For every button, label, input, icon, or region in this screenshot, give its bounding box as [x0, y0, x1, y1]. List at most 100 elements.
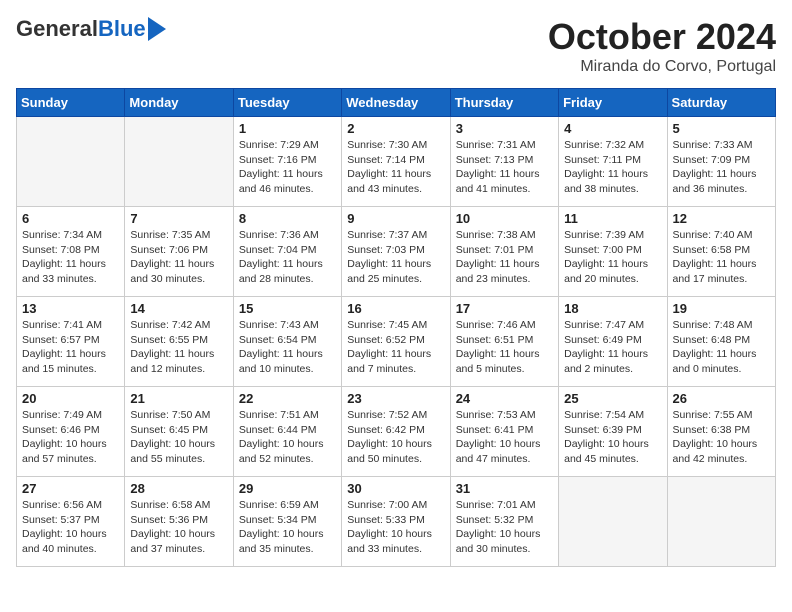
day-number: 6 — [22, 211, 119, 226]
calendar-day-cell: 14 Sunrise: 7:42 AM Sunset: 6:55 PM Dayli… — [125, 297, 233, 387]
calendar-day-cell: 18Sunrise: 7:47 AM Sunset: 6:49 PM Dayli… — [559, 297, 667, 387]
day-number: 31 — [456, 481, 553, 496]
day-number: 4 — [564, 121, 661, 136]
day-info: Sunrise: 7:50 AM Sunset: 6:45 PM Dayligh… — [130, 408, 227, 467]
calendar-day-header: Tuesday — [233, 89, 341, 117]
day-number: 16 — [347, 301, 444, 316]
day-number: 20 — [22, 391, 119, 406]
day-info: Sunrise: 7:36 AM Sunset: 7:04 PM Dayligh… — [239, 228, 336, 287]
day-info: Sunrise: 7:01 AM Sunset: 5:32 PM Dayligh… — [456, 498, 553, 557]
day-info: Sunrise: 7:54 AM Sunset: 6:39 PM Dayligh… — [564, 408, 661, 467]
day-info: Sunrise: 7:55 AM Sunset: 6:38 PM Dayligh… — [673, 408, 770, 467]
day-info: Sunrise: 7:46 AM Sunset: 6:51 PM Dayligh… — [456, 318, 553, 377]
day-info: Sunrise: 7:32 AM Sunset: 7:11 PM Dayligh… — [564, 138, 661, 197]
day-info: Sunrise: 7:31 AM Sunset: 7:13 PM Dayligh… — [456, 138, 553, 197]
calendar-day-cell: 11 Sunrise: 7:39 AM Sunset: 7:00 PM Dayli… — [559, 207, 667, 297]
calendar-week-row: 1 Sunrise: 7:29 AM Sunset: 7:16 PM Daylig… — [17, 117, 776, 207]
day-number: 25 — [564, 391, 661, 406]
month-title: October 2024 — [548, 16, 776, 58]
day-number: 13 — [22, 301, 119, 316]
calendar-day-header: Thursday — [450, 89, 558, 117]
day-number: 24 — [456, 391, 553, 406]
day-number: 29 — [239, 481, 336, 496]
calendar-day-cell: 25 Sunrise: 7:54 AM Sunset: 6:39 PM Dayli… — [559, 387, 667, 477]
day-number: 9 — [347, 211, 444, 226]
calendar-day-cell: 3 Sunrise: 7:31 AM Sunset: 7:13 PM Daylig… — [450, 117, 558, 207]
calendar-day-cell: 17 Sunrise: 7:46 AM Sunset: 6:51 PM Dayli… — [450, 297, 558, 387]
day-info: Sunrise: 6:58 AM Sunset: 5:36 PM Dayligh… — [130, 498, 227, 557]
calendar-week-row: 27Sunrise: 6:56 AM Sunset: 5:37 PM Dayli… — [17, 477, 776, 567]
title-section: October 2024 Miranda do Corvo, Portugal — [548, 16, 776, 76]
day-info: Sunrise: 7:29 AM Sunset: 7:16 PM Dayligh… — [239, 138, 336, 197]
day-number: 22 — [239, 391, 336, 406]
calendar-day-cell: 15 Sunrise: 7:43 AM Sunset: 6:54 PM Dayli… — [233, 297, 341, 387]
calendar-day-header: Wednesday — [342, 89, 450, 117]
calendar-table: SundayMondayTuesdayWednesdayThursdayFrid… — [16, 88, 776, 567]
calendar-day-cell: 23Sunrise: 7:52 AM Sunset: 6:42 PM Dayli… — [342, 387, 450, 477]
day-number: 1 — [239, 121, 336, 136]
calendar-day-header: Saturday — [667, 89, 775, 117]
day-info: Sunrise: 6:59 AM Sunset: 5:34 PM Dayligh… — [239, 498, 336, 557]
calendar-day-cell: 22 Sunrise: 7:51 AM Sunset: 6:44 PM Dayli… — [233, 387, 341, 477]
page-header: General Blue October 2024 Miranda do Cor… — [16, 16, 776, 76]
calendar-day-cell: 20 Sunrise: 7:49 AM Sunset: 6:46 PM Dayli… — [17, 387, 125, 477]
calendar-day-cell — [559, 477, 667, 567]
day-info: Sunrise: 7:48 AM Sunset: 6:48 PM Dayligh… — [673, 318, 770, 377]
day-info: Sunrise: 7:40 AM Sunset: 6:58 PM Dayligh… — [673, 228, 770, 287]
day-info: Sunrise: 7:34 AM Sunset: 7:08 PM Dayligh… — [22, 228, 119, 287]
day-number: 10 — [456, 211, 553, 226]
day-info: Sunrise: 7:47 AM Sunset: 6:49 PM Dayligh… — [564, 318, 661, 377]
calendar-day-cell: 5 Sunrise: 7:33 AM Sunset: 7:09 PM Daylig… — [667, 117, 775, 207]
day-number: 15 — [239, 301, 336, 316]
day-number: 3 — [456, 121, 553, 136]
day-info: Sunrise: 7:51 AM Sunset: 6:44 PM Dayligh… — [239, 408, 336, 467]
day-info: Sunrise: 6:56 AM Sunset: 5:37 PM Dayligh… — [22, 498, 119, 557]
calendar-day-cell: 19Sunrise: 7:48 AM Sunset: 6:48 PM Dayli… — [667, 297, 775, 387]
calendar-day-cell: 4 Sunrise: 7:32 AM Sunset: 7:11 PM Daylig… — [559, 117, 667, 207]
calendar-day-header: Friday — [559, 89, 667, 117]
day-number: 8 — [239, 211, 336, 226]
day-info: Sunrise: 7:39 AM Sunset: 7:00 PM Dayligh… — [564, 228, 661, 287]
calendar-day-cell: 1 Sunrise: 7:29 AM Sunset: 7:16 PM Daylig… — [233, 117, 341, 207]
day-number: 21 — [130, 391, 227, 406]
calendar-day-cell: 9 Sunrise: 7:37 AM Sunset: 7:03 PM Daylig… — [342, 207, 450, 297]
day-number: 23 — [347, 391, 444, 406]
calendar-day-header: Monday — [125, 89, 233, 117]
day-info: Sunrise: 7:38 AM Sunset: 7:01 PM Dayligh… — [456, 228, 553, 287]
day-number: 11 — [564, 211, 661, 226]
day-number: 17 — [456, 301, 553, 316]
day-number: 30 — [347, 481, 444, 496]
day-info: Sunrise: 7:49 AM Sunset: 6:46 PM Dayligh… — [22, 408, 119, 467]
calendar-week-row: 20 Sunrise: 7:49 AM Sunset: 6:46 PM Dayli… — [17, 387, 776, 477]
day-info: Sunrise: 7:33 AM Sunset: 7:09 PM Dayligh… — [673, 138, 770, 197]
day-info: Sunrise: 7:35 AM Sunset: 7:06 PM Dayligh… — [130, 228, 227, 287]
day-info: Sunrise: 7:53 AM Sunset: 6:41 PM Dayligh… — [456, 408, 553, 467]
day-number: 5 — [673, 121, 770, 136]
calendar-day-cell: 6 Sunrise: 7:34 AM Sunset: 7:08 PM Daylig… — [17, 207, 125, 297]
calendar-day-cell: 2Sunrise: 7:30 AM Sunset: 7:14 PM Daylig… — [342, 117, 450, 207]
calendar-day-cell: 29 Sunrise: 6:59 AM Sunset: 5:34 PM Dayli… — [233, 477, 341, 567]
day-number: 12 — [673, 211, 770, 226]
calendar-day-cell: 28 Sunrise: 6:58 AM Sunset: 5:36 PM Dayli… — [125, 477, 233, 567]
calendar-day-cell — [125, 117, 233, 207]
day-number: 26 — [673, 391, 770, 406]
calendar-day-cell — [17, 117, 125, 207]
day-info: Sunrise: 7:37 AM Sunset: 7:03 PM Dayligh… — [347, 228, 444, 287]
day-number: 28 — [130, 481, 227, 496]
day-info: Sunrise: 7:45 AM Sunset: 6:52 PM Dayligh… — [347, 318, 444, 377]
day-number: 2 — [347, 121, 444, 136]
calendar-day-cell: 10 Sunrise: 7:38 AM Sunset: 7:01 PM Dayli… — [450, 207, 558, 297]
calendar-day-cell: 12 Sunrise: 7:40 AM Sunset: 6:58 PM Dayli… — [667, 207, 775, 297]
calendar-day-header: Sunday — [17, 89, 125, 117]
calendar-day-cell: 30 Sunrise: 7:00 AM Sunset: 5:33 PM Dayli… — [342, 477, 450, 567]
day-number: 7 — [130, 211, 227, 226]
calendar-day-cell: 7 Sunrise: 7:35 AM Sunset: 7:06 PM Daylig… — [125, 207, 233, 297]
calendar-day-cell: 8 Sunrise: 7:36 AM Sunset: 7:04 PM Daylig… — [233, 207, 341, 297]
calendar-header-row: SundayMondayTuesdayWednesdayThursdayFrid… — [17, 89, 776, 117]
day-info: Sunrise: 7:43 AM Sunset: 6:54 PM Dayligh… — [239, 318, 336, 377]
day-number: 14 — [130, 301, 227, 316]
day-info: Sunrise: 7:42 AM Sunset: 6:55 PM Dayligh… — [130, 318, 227, 377]
day-info: Sunrise: 7:00 AM Sunset: 5:33 PM Dayligh… — [347, 498, 444, 557]
logo-blue-text: Blue — [98, 16, 146, 42]
location-text: Miranda do Corvo, Portugal — [548, 58, 776, 76]
